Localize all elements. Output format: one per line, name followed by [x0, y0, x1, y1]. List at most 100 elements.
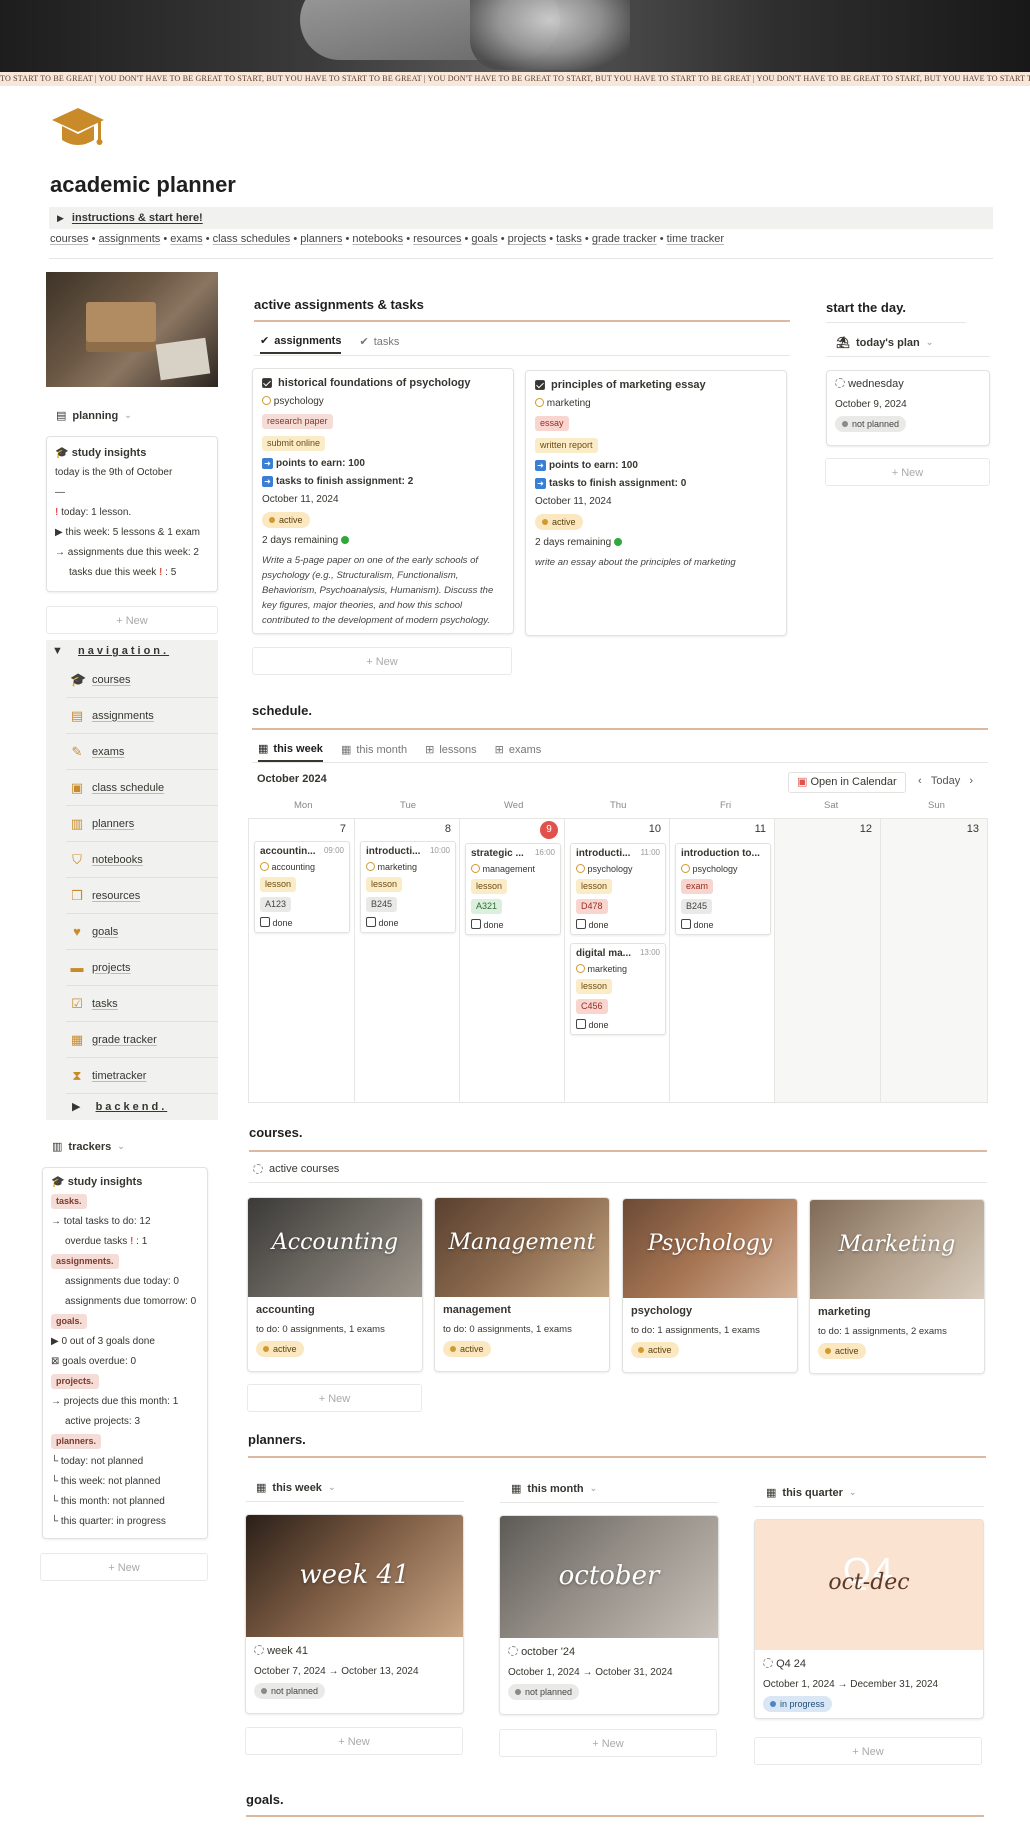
assignment-card[interactable]: historical foundations of psychology psy…: [252, 368, 514, 634]
tab-this-week[interactable]: ▦ this week: [258, 742, 323, 762]
planner-view-month[interactable]: ▦ this month ⌄: [511, 1482, 597, 1496]
checkbox-icon[interactable]: [681, 919, 691, 929]
goals-done: ▶ 0 out of 3 goals done: [51, 1336, 155, 1347]
study-insights-card[interactable]: 🎓 study insights today is the 9th of Oct…: [46, 436, 218, 592]
planner-view-week[interactable]: ▦ this week ⌄: [256, 1481, 335, 1495]
breadcrumb-projects[interactable]: projects: [508, 233, 547, 245]
dashed-circle-icon: [763, 1658, 773, 1668]
tab-exams[interactable]: ⊞ exams: [495, 742, 542, 762]
nav-goals[interactable]: ♥ goals: [66, 914, 218, 950]
new-tracker-button[interactable]: + New: [40, 1553, 208, 1581]
breadcrumb-planners[interactable]: planners: [300, 233, 342, 245]
today-button[interactable]: Today: [931, 775, 960, 787]
new-assignment-button[interactable]: + New: [252, 647, 512, 675]
assignment-card[interactable]: principles of marketing essay marketing …: [525, 370, 787, 636]
tracker-insights-card[interactable]: 🎓 study insights tasks. → total tasks to…: [42, 1167, 208, 1539]
new-day-button[interactable]: + New: [825, 458, 990, 486]
day-column: 13: [881, 819, 987, 1102]
tab-lessons[interactable]: ⊞ lessons: [425, 742, 477, 762]
planner-view-quarter[interactable]: ▦ this quarter ⌄: [766, 1486, 856, 1500]
checkbox-icon[interactable]: [471, 919, 481, 929]
planner-card[interactable]: october october '24 October 1, 2024 → Oct…: [499, 1515, 719, 1715]
new-course-button[interactable]: + New: [247, 1384, 422, 1412]
todays-plan-tab[interactable]: ⛱ today's plan ⌄: [836, 336, 933, 350]
checkbox-icon: ☑: [71, 995, 83, 1011]
new-week-planner-button[interactable]: + New: [245, 1727, 463, 1755]
nav-tasks[interactable]: ☑ tasks: [66, 986, 218, 1022]
tab-tasks[interactable]: ✔ tasks: [359, 334, 399, 354]
planner-card[interactable]: Q4 oct-dec Q4 24 October 1, 2024 → Decemb…: [754, 1519, 984, 1719]
breadcrumb-class-schedules[interactable]: class schedules: [213, 233, 291, 245]
new-planning-button[interactable]: + New: [46, 606, 218, 634]
goals-overdue: ⊠ goals overdue: 0: [51, 1356, 137, 1367]
calendar-event[interactable]: digital ma... 13:00 marketing lesson C456…: [570, 943, 666, 1035]
goals-title: goals.: [246, 1792, 284, 1807]
graduation-cap-icon: [52, 108, 104, 145]
checkbox-icon[interactable]: [576, 1019, 586, 1029]
calendar-event[interactable]: strategic ... 16:00 management lesson A32…: [465, 843, 561, 935]
nav-courses[interactable]: 🎓 courses: [66, 662, 218, 698]
nav-grade-tracker[interactable]: ▦ grade tracker: [66, 1022, 218, 1058]
arrow-icon: →: [55, 547, 65, 558]
trackers-view-tab[interactable]: ▥ trackers ⌄: [52, 1140, 218, 1154]
breadcrumb-courses[interactable]: courses: [50, 233, 89, 245]
nav-projects[interactable]: ▬ projects: [66, 950, 218, 986]
arrow-icon: →: [51, 1396, 61, 1407]
checkbox-icon[interactable]: [260, 917, 270, 927]
breadcrumb-resources[interactable]: resources: [413, 233, 461, 245]
tab-this-month[interactable]: ▦ this month: [341, 742, 407, 762]
cover-glass-shape: [470, 0, 630, 70]
course-card[interactable]: Psychology psychology to do: 1 assignment…: [622, 1198, 798, 1373]
backend-toggle[interactable]: ▶ backend.: [46, 1094, 218, 1120]
section-underline: [254, 320, 790, 322]
tab-assignments[interactable]: ✔ assignments: [260, 334, 342, 354]
course-ring-icon: [262, 396, 271, 405]
planner-card[interactable]: week 41 week 41 October 7, 2024 → October…: [245, 1514, 464, 1714]
nav-assignments[interactable]: ▤ assignments: [66, 698, 218, 734]
breadcrumb-exams[interactable]: exams: [170, 233, 202, 245]
courses-title: courses.: [249, 1125, 303, 1140]
nav-notebooks[interactable]: ⛉ notebooks: [66, 842, 218, 878]
new-month-planner-button[interactable]: + New: [499, 1729, 717, 1757]
boxed-x-icon: ⊠: [51, 1356, 60, 1367]
chevron-right-icon[interactable]: ›: [969, 775, 973, 787]
checkbox-icon[interactable]: [366, 917, 376, 927]
breadcrumb-tasks[interactable]: tasks: [556, 233, 582, 245]
course-card[interactable]: Marketing marketing to do: 1 assignments,…: [809, 1199, 985, 1374]
planner-quarter: └ this quarter: in progress: [51, 1516, 166, 1527]
calendar-event[interactable]: accountin... 09:00 accounting lesson A123…: [254, 841, 350, 933]
active-courses-tab[interactable]: active courses: [253, 1163, 339, 1175]
checkbox-icon[interactable]: [576, 919, 586, 929]
course-card[interactable]: Management management to do: 0 assignment…: [434, 1197, 610, 1372]
folder-icon: ▬: [70, 959, 84, 975]
overdue-tasks: overdue tasks ! : 1: [65, 1236, 148, 1247]
nav-planners[interactable]: ▥ planners: [66, 806, 218, 842]
start-day-title: start the day.: [826, 300, 906, 315]
calendar-event[interactable]: introduction to... psychology exam B245 …: [675, 843, 771, 935]
chevron-left-icon[interactable]: ‹: [918, 775, 922, 787]
new-quarter-planner-button[interactable]: + New: [754, 1737, 982, 1765]
nav-class-schedule[interactable]: ▣ class schedule: [66, 770, 218, 806]
total-tasks: → total tasks to do: 12: [51, 1216, 151, 1227]
open-in-calendar-button[interactable]: ▣ Open in Calendar: [788, 772, 906, 793]
day-card[interactable]: wednesday October 9, 2024 not planned: [826, 370, 990, 446]
breadcrumb-goals[interactable]: goals: [471, 233, 497, 245]
navigation-toggle[interactable]: ▼ navigation.: [46, 640, 218, 662]
calendar-event[interactable]: introducti... 11:00 psychology lesson D47…: [570, 843, 666, 935]
course-card[interactable]: Accounting accounting to do: 0 assignment…: [247, 1197, 423, 1372]
board-icon: ⊞: [425, 744, 435, 756]
calendar-event[interactable]: introducti... 10:00 marketing lesson B245…: [360, 841, 456, 933]
exclamation-icon: !: [55, 507, 59, 518]
breadcrumb-assignments[interactable]: assignments: [99, 233, 161, 245]
nav-resources[interactable]: ❒ resources: [66, 878, 218, 914]
planning-view-tab[interactable]: ▤ planning ⌄: [56, 409, 218, 423]
breadcrumb-notebooks[interactable]: notebooks: [352, 233, 403, 245]
breadcrumb-time-tracker[interactable]: time tracker: [667, 233, 724, 245]
day-column: 11 introduction to... psychology exam B2…: [670, 819, 775, 1102]
insight-dash: —: [55, 487, 65, 498]
breadcrumb-grade-tracker[interactable]: grade tracker: [592, 233, 657, 245]
bookmark-icon: ⛉: [72, 851, 82, 867]
instructions-toggle[interactable]: ▶ instructions & start here!: [49, 207, 993, 229]
nav-exams[interactable]: ✎ exams: [66, 734, 218, 770]
nav-timetracker[interactable]: ⧗ timetracker: [66, 1058, 218, 1094]
